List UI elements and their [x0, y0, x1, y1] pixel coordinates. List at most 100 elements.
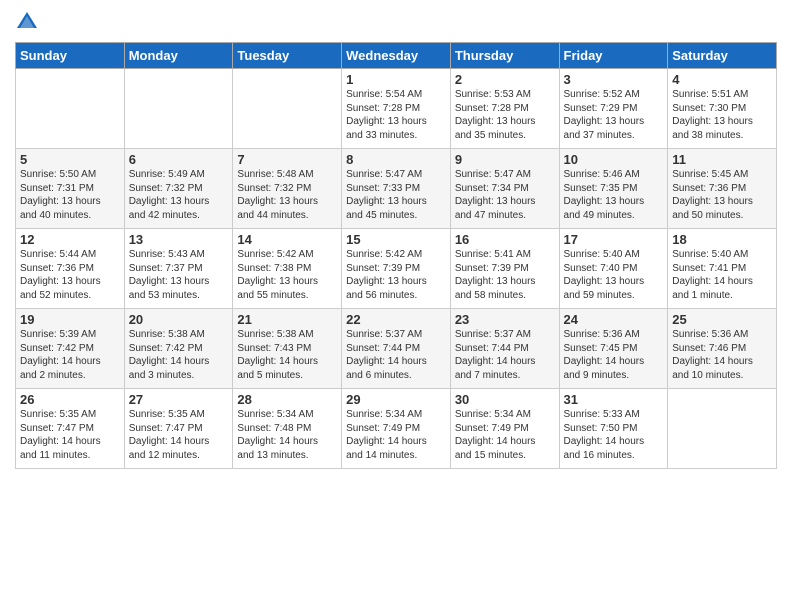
- day-number: 10: [564, 152, 664, 167]
- day-info: Sunrise: 5:53 AM Sunset: 7:28 PM Dayligh…: [455, 88, 555, 142]
- day-cell: [233, 69, 342, 149]
- day-number: 15: [346, 232, 446, 247]
- day-cell: 4Sunrise: 5:51 AM Sunset: 7:30 PM Daylig…: [668, 69, 777, 149]
- day-info: Sunrise: 5:38 AM Sunset: 7:43 PM Dayligh…: [237, 328, 337, 382]
- day-info: Sunrise: 5:47 AM Sunset: 7:34 PM Dayligh…: [455, 168, 555, 222]
- day-cell: 8Sunrise: 5:47 AM Sunset: 7:33 PM Daylig…: [342, 149, 451, 229]
- day-cell: 15Sunrise: 5:42 AM Sunset: 7:39 PM Dayli…: [342, 229, 451, 309]
- day-cell: 6Sunrise: 5:49 AM Sunset: 7:32 PM Daylig…: [124, 149, 233, 229]
- day-cell: [668, 389, 777, 469]
- day-number: 22: [346, 312, 446, 327]
- week-row-1: 5Sunrise: 5:50 AM Sunset: 7:31 PM Daylig…: [16, 149, 777, 229]
- day-info: Sunrise: 5:36 AM Sunset: 7:46 PM Dayligh…: [672, 328, 772, 382]
- week-row-3: 19Sunrise: 5:39 AM Sunset: 7:42 PM Dayli…: [16, 309, 777, 389]
- day-info: Sunrise: 5:37 AM Sunset: 7:44 PM Dayligh…: [455, 328, 555, 382]
- day-info: Sunrise: 5:49 AM Sunset: 7:32 PM Dayligh…: [129, 168, 229, 222]
- day-cell: 27Sunrise: 5:35 AM Sunset: 7:47 PM Dayli…: [124, 389, 233, 469]
- day-cell: 17Sunrise: 5:40 AM Sunset: 7:40 PM Dayli…: [559, 229, 668, 309]
- day-info: Sunrise: 5:42 AM Sunset: 7:39 PM Dayligh…: [346, 248, 446, 302]
- day-info: Sunrise: 5:41 AM Sunset: 7:39 PM Dayligh…: [455, 248, 555, 302]
- weekday-friday: Friday: [559, 43, 668, 69]
- day-cell: 14Sunrise: 5:42 AM Sunset: 7:38 PM Dayli…: [233, 229, 342, 309]
- day-number: 26: [20, 392, 120, 407]
- header: [15, 10, 777, 34]
- day-number: 25: [672, 312, 772, 327]
- day-number: 9: [455, 152, 555, 167]
- day-cell: 20Sunrise: 5:38 AM Sunset: 7:42 PM Dayli…: [124, 309, 233, 389]
- weekday-sunday: Sunday: [16, 43, 125, 69]
- day-info: Sunrise: 5:52 AM Sunset: 7:29 PM Dayligh…: [564, 88, 664, 142]
- day-number: 21: [237, 312, 337, 327]
- day-info: Sunrise: 5:37 AM Sunset: 7:44 PM Dayligh…: [346, 328, 446, 382]
- day-number: 28: [237, 392, 337, 407]
- day-info: Sunrise: 5:36 AM Sunset: 7:45 PM Dayligh…: [564, 328, 664, 382]
- day-info: Sunrise: 5:34 AM Sunset: 7:49 PM Dayligh…: [346, 408, 446, 462]
- day-number: 31: [564, 392, 664, 407]
- day-info: Sunrise: 5:42 AM Sunset: 7:38 PM Dayligh…: [237, 248, 337, 302]
- day-cell: 29Sunrise: 5:34 AM Sunset: 7:49 PM Dayli…: [342, 389, 451, 469]
- day-number: 11: [672, 152, 772, 167]
- day-info: Sunrise: 5:35 AM Sunset: 7:47 PM Dayligh…: [129, 408, 229, 462]
- day-info: Sunrise: 5:33 AM Sunset: 7:50 PM Dayligh…: [564, 408, 664, 462]
- day-number: 27: [129, 392, 229, 407]
- calendar-table: SundayMondayTuesdayWednesdayThursdayFrid…: [15, 42, 777, 469]
- day-number: 30: [455, 392, 555, 407]
- day-info: Sunrise: 5:51 AM Sunset: 7:30 PM Dayligh…: [672, 88, 772, 142]
- day-number: 3: [564, 72, 664, 87]
- day-cell: 30Sunrise: 5:34 AM Sunset: 7:49 PM Dayli…: [450, 389, 559, 469]
- day-number: 5: [20, 152, 120, 167]
- day-info: Sunrise: 5:45 AM Sunset: 7:36 PM Dayligh…: [672, 168, 772, 222]
- day-number: 17: [564, 232, 664, 247]
- day-number: 18: [672, 232, 772, 247]
- day-number: 29: [346, 392, 446, 407]
- day-cell: 2Sunrise: 5:53 AM Sunset: 7:28 PM Daylig…: [450, 69, 559, 149]
- day-info: Sunrise: 5:34 AM Sunset: 7:48 PM Dayligh…: [237, 408, 337, 462]
- day-number: 13: [129, 232, 229, 247]
- weekday-header-row: SundayMondayTuesdayWednesdayThursdayFrid…: [16, 43, 777, 69]
- weekday-monday: Monday: [124, 43, 233, 69]
- day-info: Sunrise: 5:43 AM Sunset: 7:37 PM Dayligh…: [129, 248, 229, 302]
- day-cell: [124, 69, 233, 149]
- day-info: Sunrise: 5:48 AM Sunset: 7:32 PM Dayligh…: [237, 168, 337, 222]
- day-info: Sunrise: 5:46 AM Sunset: 7:35 PM Dayligh…: [564, 168, 664, 222]
- day-info: Sunrise: 5:47 AM Sunset: 7:33 PM Dayligh…: [346, 168, 446, 222]
- week-row-2: 12Sunrise: 5:44 AM Sunset: 7:36 PM Dayli…: [16, 229, 777, 309]
- day-number: 2: [455, 72, 555, 87]
- day-info: Sunrise: 5:54 AM Sunset: 7:28 PM Dayligh…: [346, 88, 446, 142]
- day-info: Sunrise: 5:38 AM Sunset: 7:42 PM Dayligh…: [129, 328, 229, 382]
- day-cell: 10Sunrise: 5:46 AM Sunset: 7:35 PM Dayli…: [559, 149, 668, 229]
- day-number: 7: [237, 152, 337, 167]
- day-number: 19: [20, 312, 120, 327]
- day-cell: 3Sunrise: 5:52 AM Sunset: 7:29 PM Daylig…: [559, 69, 668, 149]
- day-cell: 19Sunrise: 5:39 AM Sunset: 7:42 PM Dayli…: [16, 309, 125, 389]
- day-number: 6: [129, 152, 229, 167]
- day-cell: 31Sunrise: 5:33 AM Sunset: 7:50 PM Dayli…: [559, 389, 668, 469]
- day-number: 4: [672, 72, 772, 87]
- day-cell: 24Sunrise: 5:36 AM Sunset: 7:45 PM Dayli…: [559, 309, 668, 389]
- day-info: Sunrise: 5:34 AM Sunset: 7:49 PM Dayligh…: [455, 408, 555, 462]
- logo-icon: [15, 10, 39, 34]
- day-info: Sunrise: 5:40 AM Sunset: 7:41 PM Dayligh…: [672, 248, 772, 302]
- day-cell: 21Sunrise: 5:38 AM Sunset: 7:43 PM Dayli…: [233, 309, 342, 389]
- day-cell: 25Sunrise: 5:36 AM Sunset: 7:46 PM Dayli…: [668, 309, 777, 389]
- day-number: 16: [455, 232, 555, 247]
- day-number: 1: [346, 72, 446, 87]
- day-cell: 1Sunrise: 5:54 AM Sunset: 7:28 PM Daylig…: [342, 69, 451, 149]
- week-row-4: 26 Sunrise: 5:35 AM Sunset: 7:47 PM Dayli…: [16, 389, 777, 469]
- day-cell: 12Sunrise: 5:44 AM Sunset: 7:36 PM Dayli…: [16, 229, 125, 309]
- day-cell: 18Sunrise: 5:40 AM Sunset: 7:41 PM Dayli…: [668, 229, 777, 309]
- day-cell: 11Sunrise: 5:45 AM Sunset: 7:36 PM Dayli…: [668, 149, 777, 229]
- day-cell: 7Sunrise: 5:48 AM Sunset: 7:32 PM Daylig…: [233, 149, 342, 229]
- weekday-thursday: Thursday: [450, 43, 559, 69]
- day-cell: 26Sunrise: 5:35 AM Sunset: 7:47 PM Dayli…: [16, 389, 125, 469]
- weekday-wednesday: Wednesday: [342, 43, 451, 69]
- weekday-saturday: Saturday: [668, 43, 777, 69]
- day-cell: [16, 69, 125, 149]
- day-number: 24: [564, 312, 664, 327]
- day-cell: 16Sunrise: 5:41 AM Sunset: 7:39 PM Dayli…: [450, 229, 559, 309]
- logo: [15, 10, 43, 34]
- day-cell: 28Sunrise: 5:34 AM Sunset: 7:48 PM Dayli…: [233, 389, 342, 469]
- day-info: Sunrise: 5:40 AM Sunset: 7:40 PM Dayligh…: [564, 248, 664, 302]
- day-info: Sunrise: 5:50 AM Sunset: 7:31 PM Dayligh…: [20, 168, 120, 222]
- calendar-container: SundayMondayTuesdayWednesdayThursdayFrid…: [0, 0, 792, 484]
